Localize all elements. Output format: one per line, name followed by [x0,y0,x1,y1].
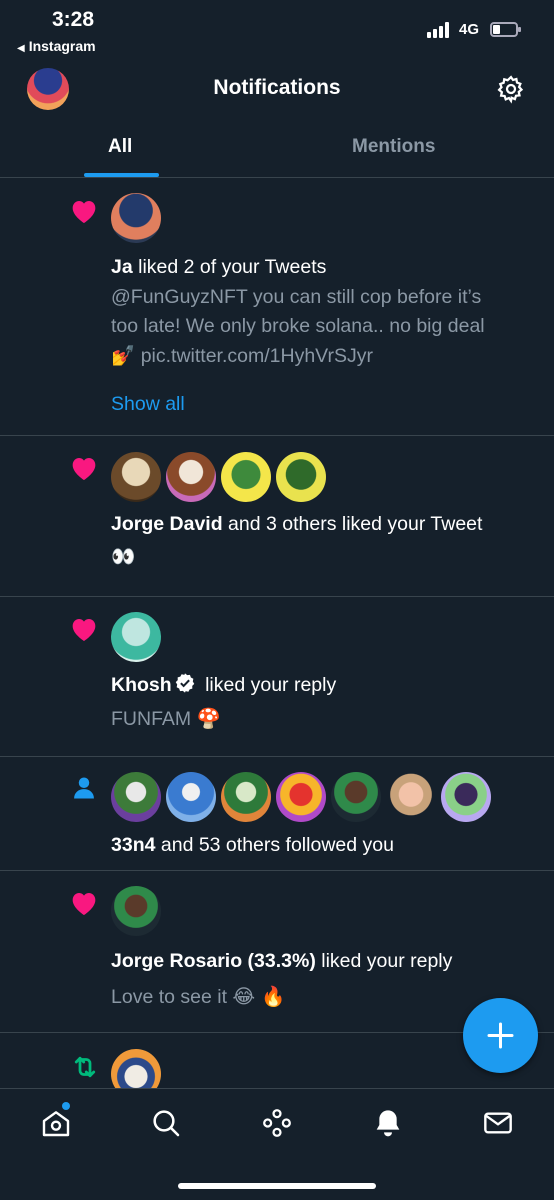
nail-polish-emoji: 💅 [111,344,136,367]
back-app-label: Instagram [28,38,96,54]
notification-item[interactable]: Jorge Rosario (33.3%) liked your reply L… [0,871,554,1033]
action-text: and 53 others followed you [160,834,394,856]
tweet-preview-line: 💅 pic.twitter.com/1HyhVrSJyr [111,341,531,371]
home-icon[interactable] [40,1107,72,1139]
new-content-dot [62,1102,70,1110]
heart-icon [72,458,96,480]
status-time: 3:28 [52,8,95,31]
verified-badge-icon [175,673,194,693]
avatar[interactable] [331,772,381,822]
avatar[interactable] [111,886,161,936]
tweet-preview-line: @FunGuyzNFT you can still cop before it’… [111,286,482,308]
user-name[interactable]: Jorge Rosario (33.3%) [111,950,316,972]
back-triangle-icon: ◀ [17,43,25,54]
avatar[interactable] [221,772,271,822]
avatar[interactable] [166,452,216,502]
tab-all[interactable]: All [108,136,132,158]
show-all-link[interactable]: Show all [111,393,185,416]
notification-text: Ja liked 2 of your Tweets [111,253,531,281]
notification-text: Jorge David and 3 others liked your Twee… [111,510,531,538]
notification-item[interactable]: Jorge David and 3 others liked your Twee… [0,436,554,597]
notifications-bell-icon[interactable] [372,1107,404,1139]
laughing-fire-emoji: 😂 🔥 [232,985,286,1008]
user-name[interactable]: Ja [111,256,133,278]
avatar[interactable] [111,772,161,822]
home-indicator [178,1183,376,1189]
avatar[interactable] [166,772,216,822]
avatar[interactable] [111,612,161,662]
status-bar: 3:28 ◀ Instagram 4G [0,0,554,60]
heart-icon [72,893,96,915]
action-text: liked 2 of your Tweets [138,256,327,278]
heart-icon [72,201,96,223]
reply-preview: FUNFAM 🍄 [111,704,531,734]
spaces-icon[interactable] [261,1107,293,1139]
reply-text: Love to see it [111,986,227,1008]
heart-icon [72,619,96,641]
avatar[interactable] [276,452,326,502]
action-text: liked your reply [205,674,337,696]
action-text: and 3 others liked your Tweet [228,513,483,535]
plus-icon [487,1022,514,1049]
eyes-emoji: 👀 [111,545,136,568]
tab-mentions[interactable]: Mentions [352,136,435,158]
avatar[interactable] [441,772,491,822]
tweet-link[interactable]: pic.twitter.com/1HyhVrSJyr [141,345,373,367]
avatar[interactable] [386,772,436,822]
reply-preview: Love to see it 😂 🔥 [111,982,531,1012]
compose-tweet-button[interactable] [463,998,538,1073]
action-text: liked your reply [321,950,453,972]
avatar-row [111,772,491,822]
avatar[interactable] [111,452,161,502]
tab-bar: All Mentions [0,124,554,178]
avatar[interactable] [221,452,271,502]
user-name[interactable]: Khosh [111,674,172,696]
active-tab-indicator [84,173,159,177]
back-to-app-link[interactable]: ◀ Instagram [17,38,96,54]
notification-item[interactable]: Khosh liked your reply FUNFAM 🍄 [0,597,554,757]
reply-text: FUNFAM [111,708,192,730]
person-icon [74,777,94,799]
notification-item[interactable]: 33n4 and 53 others followed you [0,757,554,871]
retweet-icon [74,1056,96,1078]
header: Notifications [0,62,554,118]
avatar-row [111,452,331,502]
notification-text: Khosh liked your reply [111,671,531,699]
avatar[interactable] [276,772,326,822]
avatar[interactable] [111,193,161,243]
notification-text: Jorge Rosario (33.3%) liked your reply [111,947,531,975]
battery-icon [490,22,521,37]
search-icon[interactable] [150,1107,182,1139]
mushroom-emoji: 🍄 [196,707,221,730]
gear-icon[interactable] [496,74,526,104]
network-type: 4G [459,21,480,38]
notification-text: 33n4 and 53 others followed you [111,831,531,859]
messages-icon[interactable] [482,1107,514,1139]
page-title: Notifications [213,76,341,99]
signal-strength-icon [427,22,453,38]
notification-item[interactable]: Ja liked 2 of your Tweets @FunGuyzNFT yo… [0,179,554,436]
user-name[interactable]: Jorge David [111,513,223,535]
user-name[interactable]: 33n4 [111,834,155,856]
tweet-preview-line: too late! We only broke solana.. no big … [111,315,485,337]
